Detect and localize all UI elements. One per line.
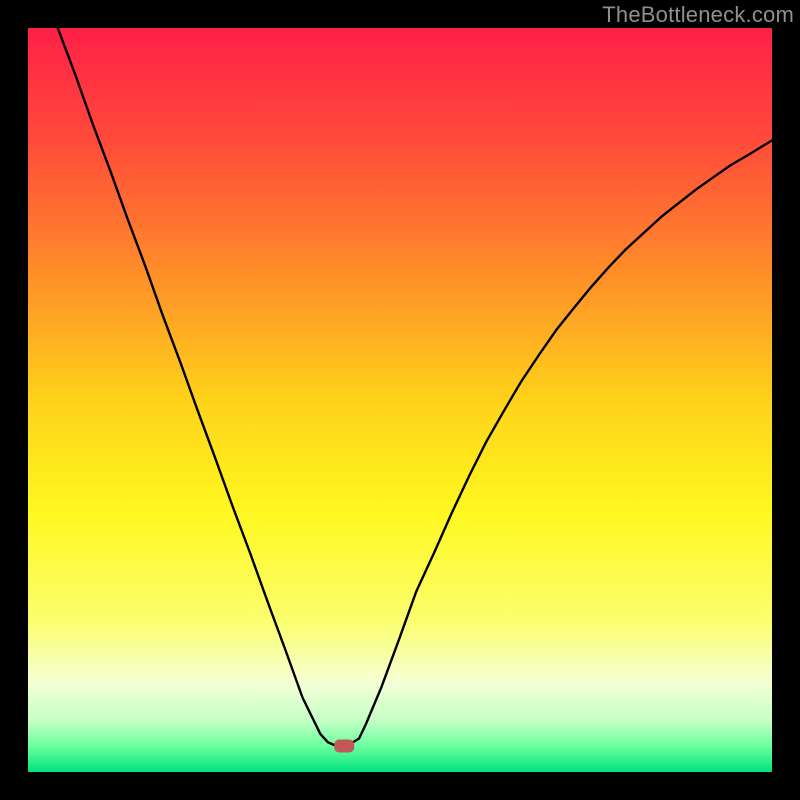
chart-plot-area <box>28 28 772 772</box>
chart-frame <box>28 28 772 772</box>
chart-background <box>28 28 772 772</box>
watermark-text: TheBottleneck.com <box>602 2 794 28</box>
curve-marker <box>334 739 354 752</box>
